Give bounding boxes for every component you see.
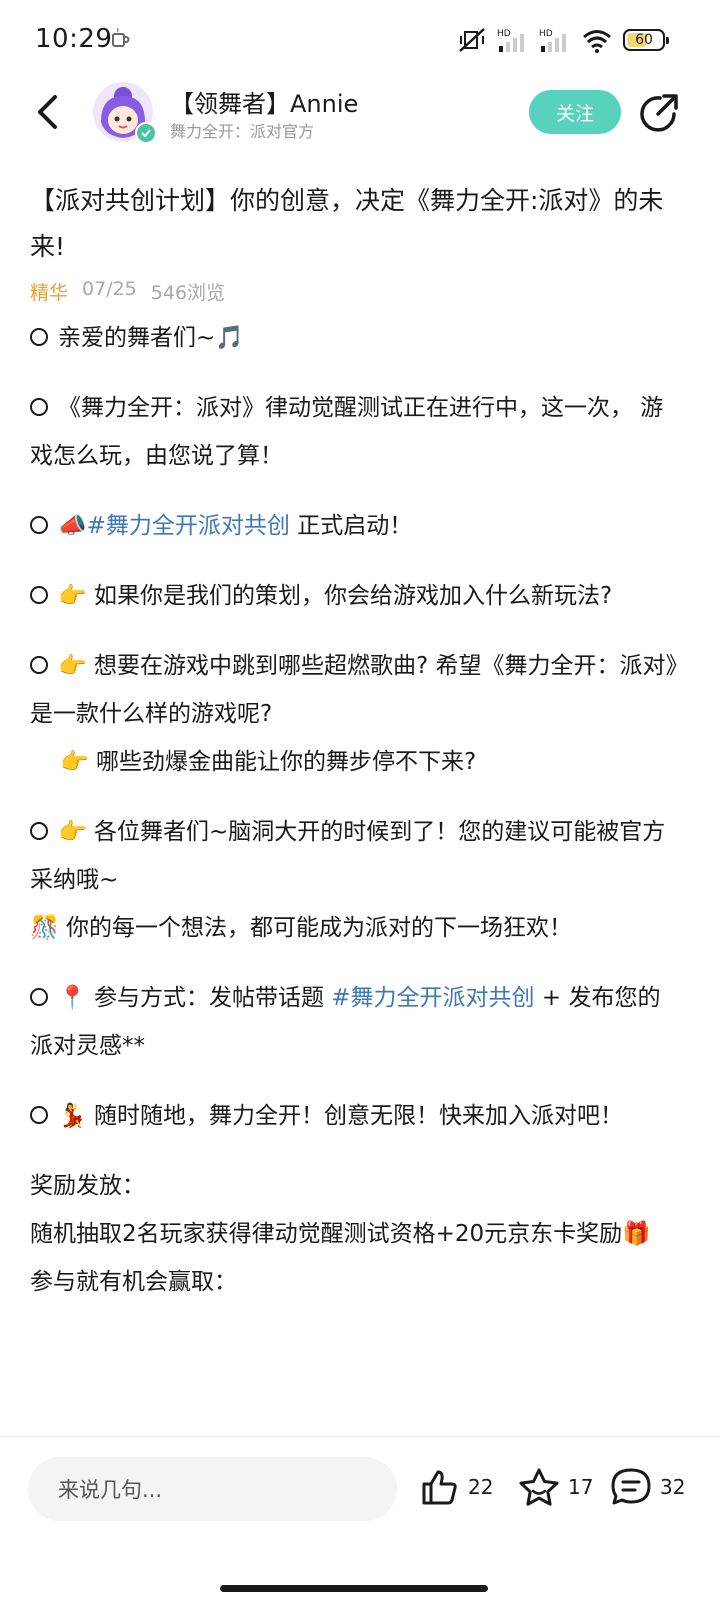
hashtag-link[interactable]: #舞力全开派对共创 [331, 985, 534, 1011]
bullet-circle-icon [30, 398, 48, 416]
wifi-icon [583, 30, 611, 53]
reward-more: 参与就有机会赢取： [30, 1269, 237, 1295]
paragraph: 📣#舞力全开派对共创 正式启动！ [30, 502, 680, 550]
post-meta: 精华 07/25 546浏览 [30, 278, 225, 305]
paragraph: 亲爱的舞者们~🎵 [30, 314, 680, 362]
bullet-circle-icon [30, 328, 48, 346]
signal-icon-2: HD [539, 29, 566, 52]
like-button[interactable]: 22 [420, 1467, 493, 1507]
star-icon [519, 1468, 559, 1506]
reward-heading: 奖励发放： [30, 1173, 145, 1199]
back-button[interactable] [30, 92, 66, 132]
paragraph: 📍 参与方式：发帖带话题 #舞力全开派对共创 + 发布您的派对灵感** [30, 985, 661, 1059]
follow-button[interactable]: 关注 [529, 90, 621, 134]
comment-icon [611, 1468, 651, 1505]
thumbs-up-icon [422, 1470, 457, 1505]
battery-percent: 60 [635, 32, 653, 48]
post-header: 【领舞者】Annie 舞力全开：派对官方 关注 [0, 80, 720, 150]
comment-count: 32 [660, 1475, 686, 1499]
bullet-circle-icon [30, 656, 48, 674]
avatar[interactable] [93, 82, 157, 144]
status-icons: HD HD 60 [457, 26, 669, 54]
author-subtitle: 舞力全开：派对官方 [170, 122, 315, 141]
paragraph: 👉 各位舞者们~脑洞大开的时候到了！您的建议可能被官方采纳哦~ [30, 819, 666, 893]
share-icon [640, 94, 678, 132]
paragraph: 👉 想要在游戏中跳到哪些超燃歌曲? 希望《舞力全开：派对》是一款什么样的游戏呢? [30, 653, 677, 727]
vibrate-off-icon [459, 28, 485, 52]
network-label: HD [539, 29, 553, 39]
bullet-circle-icon [30, 516, 48, 534]
bullet-circle-icon [30, 822, 48, 840]
reward-text: 随机抽取2名玩家获得律动觉醒测试资格+20元京东卡奖励🎁 [30, 1221, 651, 1247]
like-count: 22 [468, 1475, 494, 1499]
share-button[interactable] [638, 92, 680, 134]
favorite-button[interactable]: 17 [518, 1467, 593, 1507]
paragraph: 《舞力全开：派对》律动觉醒测试正在进行中，这一次， 游戏怎么玩，由您说了算！ [30, 395, 664, 469]
bullet-circle-icon [30, 1106, 48, 1124]
battery-icon: 60 [623, 29, 669, 51]
hashtag-link[interactable]: #舞力全开派对共创 [87, 513, 290, 539]
bottom-action-bar: 来说几句... 22 17 32 [0, 1436, 720, 1602]
paragraph: 👉 哪些劲爆金曲能让你的舞步停不下来? [60, 749, 477, 775]
author-name[interactable]: 【领舞者】Annie [170, 84, 358, 119]
paragraph: 🎊 你的每一个想法，都可能成为派对的下一场狂欢！ [30, 915, 572, 941]
network-label: HD [497, 29, 511, 39]
signal-icon: HD [497, 29, 524, 52]
paragraph: 👉 如果你是我们的策划，你会给游戏加入什么新玩法? [30, 572, 680, 620]
post-date: 07/25 [82, 278, 137, 300]
view-count: 546浏览 [150, 282, 226, 304]
home-indicator[interactable] [220, 1585, 488, 1592]
bullet-circle-icon [30, 586, 48, 604]
post-body: 亲爱的舞者们~🎵 《舞力全开：派对》律动觉醒测试正在进行中，这一次， 游戏怎么玩… [30, 314, 680, 1306]
comment-button[interactable]: 32 [610, 1467, 685, 1507]
coffee-icon [112, 27, 130, 47]
status-time: 10:29 [35, 24, 113, 54]
comment-input[interactable]: 来说几句... [28, 1457, 397, 1521]
bullet-circle-icon [30, 988, 48, 1006]
check-icon [141, 129, 151, 138]
chevron-left-icon [38, 95, 57, 129]
featured-tag: 精华 [30, 282, 69, 304]
verified-badge [135, 122, 157, 144]
favorite-count: 17 [568, 1475, 594, 1499]
post-title: 【派对共创计划】你的创意，决定《舞力全开:派对》的未来! [30, 186, 664, 261]
status-bar: 10:29 HD HD 60 [0, 0, 720, 80]
paragraph: 💃 随时随地，舞力全开！创意无限！快来加入派对吧！ [30, 1092, 680, 1140]
